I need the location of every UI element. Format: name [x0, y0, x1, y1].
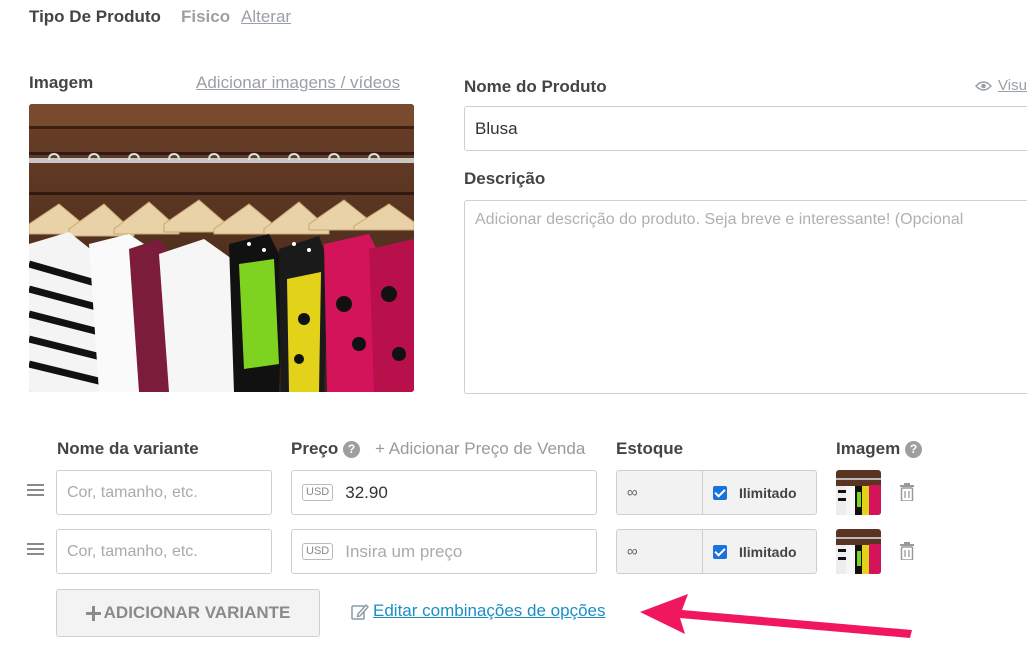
- price-input[interactable]: USD Insira um preço: [291, 529, 597, 574]
- unlimited-checkbox[interactable]: [713, 544, 727, 559]
- product-name-label: Nome do Produto: [464, 77, 607, 96]
- currency-badge: USD: [302, 543, 334, 560]
- edit-combinations-label: Editar combinações de opções: [373, 601, 606, 620]
- product-name-input[interactable]: Blusa: [464, 106, 1027, 151]
- add-variant-button[interactable]: ADICIONAR VARIANTE: [56, 589, 320, 637]
- stock-field[interactable]: ∞ Ilimitado: [616, 529, 817, 574]
- drag-handle-icon[interactable]: [27, 481, 44, 499]
- product-name-value: Blusa: [475, 118, 518, 138]
- preview-link-label: Visu: [998, 77, 1027, 94]
- unlimited-toggle[interactable]: Ilimitado: [703, 485, 797, 501]
- image-header: Imagem ?: [836, 439, 922, 459]
- variant-image-thumbnail[interactable]: [836, 470, 881, 515]
- description-label: Descrição: [464, 169, 546, 188]
- image-label: Imagem: [29, 73, 94, 92]
- unlimited-label: Ilimitado: [739, 543, 797, 560]
- help-icon[interactable]: ?: [342, 441, 360, 458]
- add-sale-price-link[interactable]: + Adicionar Preço de Venda: [375, 439, 585, 459]
- description-textarea[interactable]: Adicionar descrição do produto. Seja bre…: [464, 200, 1027, 394]
- unlimited-label: Ilimitado: [739, 484, 797, 501]
- stock-value[interactable]: ∞: [617, 471, 703, 514]
- variant-name-input[interactable]: Cor, tamanho, etc.: [56, 529, 272, 574]
- unlimited-toggle[interactable]: Ilimitado: [703, 544, 797, 560]
- preview-link[interactable]: Visu: [975, 77, 1027, 94]
- price-value: 32.90: [345, 482, 388, 502]
- stock-value[interactable]: ∞: [617, 530, 703, 573]
- help-icon[interactable]: ?: [904, 441, 922, 458]
- price-header: Preço ?: [291, 439, 360, 459]
- product-image[interactable]: [29, 104, 414, 392]
- trash-icon[interactable]: [899, 542, 915, 565]
- arrow-annotation: [640, 594, 912, 638]
- description-placeholder: Adicionar descrição do produto. Seja bre…: [475, 211, 964, 228]
- price-header-label: Preço: [291, 439, 339, 458]
- clothing-thumbnail-image: [836, 470, 881, 515]
- product-type-label: Tipo De Produto: [29, 7, 161, 26]
- change-product-type-link[interactable]: Alterar: [241, 7, 291, 27]
- edit-combinations-link[interactable]: Editar combinações de opções: [351, 601, 605, 621]
- plus-icon: [85, 605, 101, 621]
- product-type-value: Fisico: [181, 7, 231, 26]
- add-variant-label: ADICIONAR VARIANTE: [103, 603, 291, 622]
- price-input[interactable]: USD 32.90: [291, 470, 597, 515]
- unlimited-checkbox[interactable]: [713, 485, 727, 500]
- variant-name-input[interactable]: Cor, tamanho, etc.: [56, 470, 272, 515]
- variant-name-placeholder: Cor, tamanho, etc.: [67, 542, 198, 560]
- eye-icon: [975, 80, 992, 91]
- trash-icon[interactable]: [899, 483, 915, 506]
- variant-image-thumbnail[interactable]: [836, 529, 881, 574]
- edit-icon: [351, 603, 369, 620]
- image-header-label: Imagem: [836, 439, 901, 458]
- clothing-rack-image: [29, 104, 414, 392]
- drag-handle-icon[interactable]: [27, 540, 44, 558]
- stock-field[interactable]: ∞ Ilimitado: [616, 470, 817, 515]
- stock-header: Estoque: [616, 439, 684, 458]
- variant-name-header: Nome da variante: [57, 439, 199, 458]
- price-placeholder: Insira um preço: [345, 541, 463, 561]
- add-media-link[interactable]: Adicionar imagens / vídeos: [196, 73, 400, 93]
- variant-name-placeholder: Cor, tamanho, etc.: [67, 483, 198, 501]
- clothing-thumbnail-image: [836, 529, 881, 574]
- currency-badge: USD: [302, 484, 334, 501]
